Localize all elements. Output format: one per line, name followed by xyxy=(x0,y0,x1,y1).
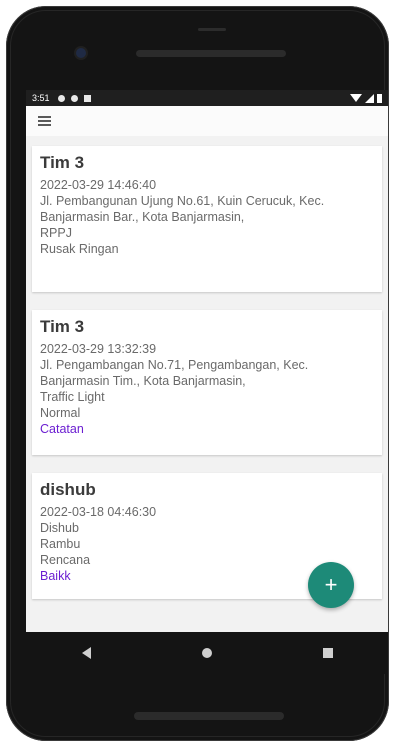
report-title: dishub xyxy=(40,480,96,499)
system-nav-bar xyxy=(26,632,388,674)
status-bar: 3:51 xyxy=(26,90,388,106)
menu-icon[interactable] xyxy=(38,116,51,126)
app-notification-icon xyxy=(70,94,78,102)
report-address: Jl. Pengambangan No.71, Pengambangan, Ke… xyxy=(40,358,309,388)
report-status: Normal xyxy=(40,406,81,420)
front-camera xyxy=(76,48,86,58)
signal-icon xyxy=(365,93,374,103)
battery-icon xyxy=(377,93,382,103)
recents-icon[interactable] xyxy=(322,648,333,658)
report-address: Jl. Pembangunan Ujung No.61, Kuin Cerucu… xyxy=(40,194,325,224)
add-icon: + xyxy=(324,572,338,597)
home-icon[interactable] xyxy=(201,648,212,658)
phone-sensor xyxy=(198,28,226,31)
report-list: Tim 3 2022-03-29 14:46:40 Jl. Pembanguna… xyxy=(26,136,388,599)
report-address: Dishub xyxy=(40,521,79,535)
report-type: Rambu xyxy=(40,537,81,551)
app-screen: 3:51 Tim 3 2022-03-29 14:46:40 Jl. Pemba… xyxy=(26,90,388,632)
status-indicators xyxy=(350,93,382,103)
report-title: Tim 3 xyxy=(40,153,85,172)
report-datetime: 2022-03-29 13:32:39 xyxy=(40,342,157,356)
report-card[interactable]: Tim 3 2022-03-29 13:32:39 Jl. Pengambang… xyxy=(32,310,382,455)
sd-card-icon xyxy=(83,94,91,102)
report-title: Tim 3 xyxy=(40,317,85,336)
back-icon[interactable] xyxy=(81,647,91,659)
report-datetime: 2022-03-29 14:46:40 xyxy=(40,178,157,192)
wifi-icon xyxy=(350,94,362,102)
report-type: RPPJ xyxy=(40,226,72,240)
add-report-button[interactable]: + xyxy=(308,562,354,608)
report-type: Traffic Light xyxy=(40,390,105,404)
report-status: Rusak Ringan xyxy=(40,242,119,256)
report-note: Catatan xyxy=(40,422,84,436)
report-datetime: 2022-03-18 04:46:30 xyxy=(40,505,157,519)
settings-notification-icon xyxy=(57,94,65,102)
earpiece-speaker xyxy=(136,50,286,57)
status-time: 3:51 xyxy=(32,93,50,103)
phone-chin-bar xyxy=(134,712,284,720)
app-bar xyxy=(26,106,388,136)
report-card[interactable]: Tim 3 2022-03-29 14:46:40 Jl. Pembanguna… xyxy=(32,146,382,292)
